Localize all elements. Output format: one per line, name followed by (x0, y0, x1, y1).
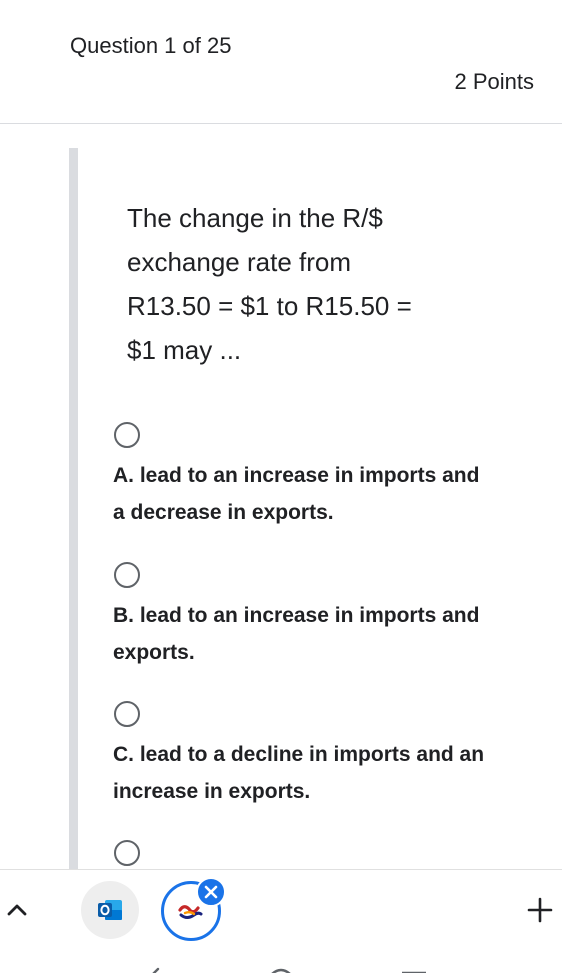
radio-button-a[interactable] (114, 422, 140, 448)
option-c[interactable]: C. lead to a decline in imports and an i… (113, 701, 493, 810)
option-c-label[interactable]: C. lead to a decline in imports and an i… (113, 736, 493, 810)
taskbar (0, 869, 562, 953)
back-nav-icon[interactable] (140, 966, 164, 973)
radio-button-d[interactable] (114, 840, 140, 866)
plus-icon[interactable] (524, 894, 556, 926)
option-b[interactable]: B. lead to an increase in imports and ex… (113, 562, 493, 671)
quiz-page: Question 1 of 25 2 Points The change in … (0, 0, 562, 973)
question-text: The change in the R/$ exchange rate from… (127, 203, 412, 365)
option-a-label[interactable]: A. lead to an increase in imports and a … (113, 457, 493, 531)
question-points: 2 Points (454, 69, 535, 94)
question-card: The change in the R/$ exchange rate from… (69, 148, 562, 870)
question-counter: Question 1 of 25 (70, 33, 232, 58)
option-a[interactable]: A. lead to an increase in imports and a … (113, 422, 493, 531)
question-header: Question 1 of 25 2 Points (0, 0, 562, 124)
outlook-app-icon (98, 900, 122, 920)
radio-button-c[interactable] (114, 701, 140, 727)
close-app-button[interactable] (196, 877, 226, 907)
recents-nav-icon[interactable] (400, 966, 428, 973)
navigation-bar (0, 952, 562, 973)
radio-button-b[interactable] (114, 562, 140, 588)
close-icon (204, 885, 218, 899)
chevron-up-icon[interactable] (5, 898, 29, 922)
question-accent-bar (69, 148, 78, 870)
home-nav-icon[interactable] (266, 966, 296, 973)
outlook-app-button[interactable] (81, 881, 139, 939)
option-b-label[interactable]: B. lead to an increase in imports and ex… (113, 597, 493, 671)
